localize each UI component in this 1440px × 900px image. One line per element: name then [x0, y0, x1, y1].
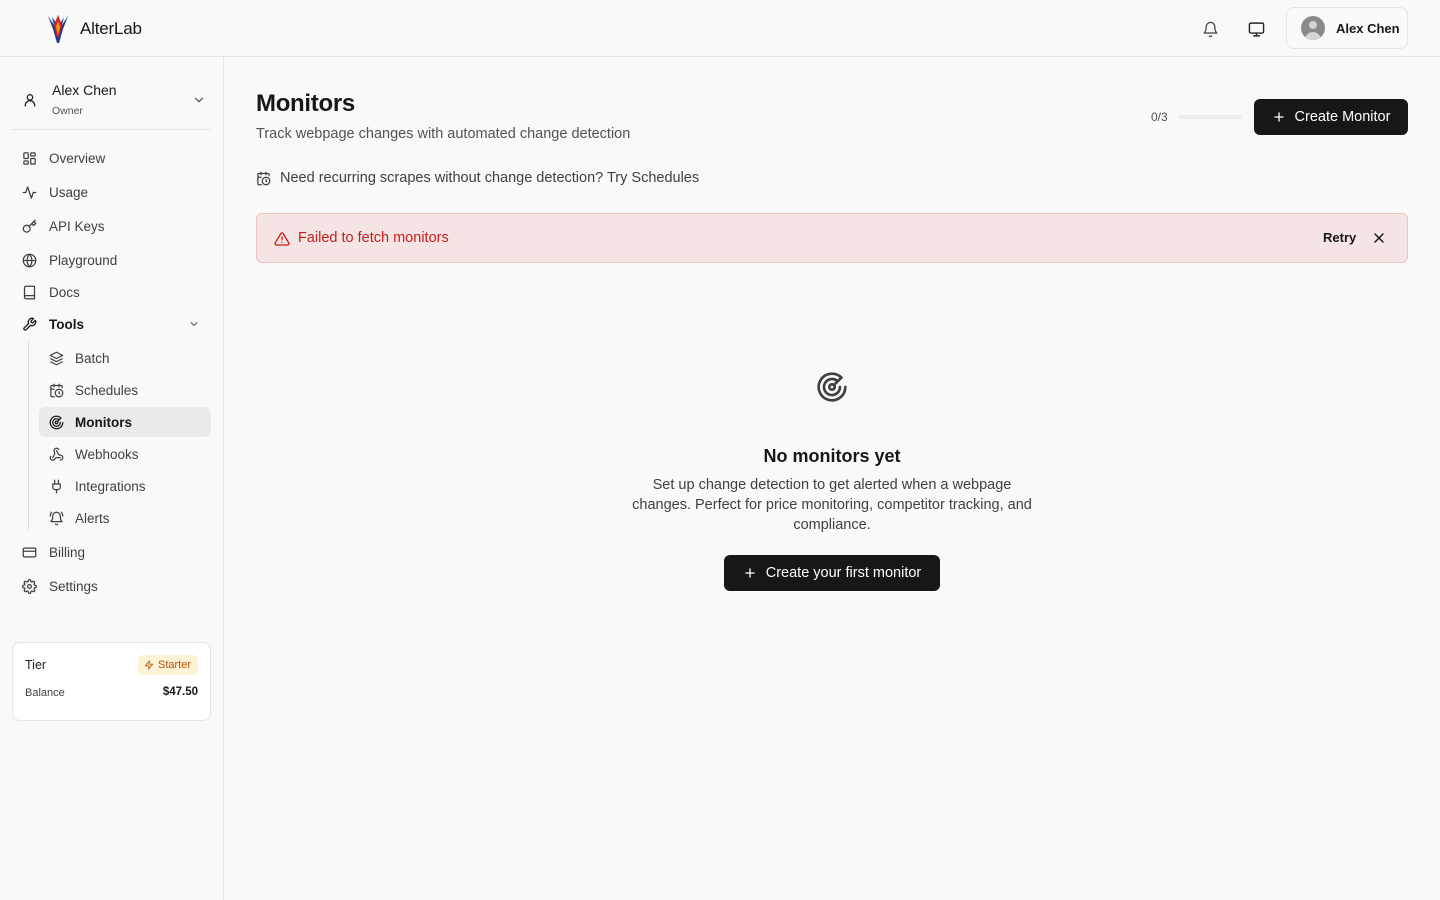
radar-icon — [49, 415, 64, 429]
layers-icon — [49, 351, 64, 365]
sidebar-item-webhooks[interactable]: Webhooks — [39, 439, 211, 469]
close-icon[interactable] — [1371, 230, 1387, 246]
sidebar-item-label: Monitors — [75, 414, 132, 430]
sidebar-item-label: Alerts — [75, 510, 110, 526]
create-monitor-label: Create Monitor — [1294, 109, 1391, 125]
sidebar-item-label: Settings — [49, 578, 98, 594]
sidebar-item-label: Overview — [49, 150, 106, 166]
radar-icon — [817, 372, 847, 402]
tier-value: Starter — [157, 659, 191, 671]
sidebar-item-settings[interactable]: Settings — [12, 571, 211, 601]
tier-card: Tier Starter Balance $47.50 — [12, 642, 211, 721]
sidebar-item-monitors[interactable]: Monitors — [39, 407, 211, 437]
sidebar-item-label: Tools — [49, 316, 84, 332]
schedules-hint-link[interactable]: Need recurring scrapes without change de… — [256, 170, 699, 186]
alterlab-logo — [48, 15, 68, 43]
sidebar-item-label: Docs — [49, 284, 80, 300]
activity-icon — [22, 185, 37, 199]
plus-icon — [745, 568, 755, 578]
sidebar-item-alerts[interactable]: Alerts — [39, 503, 211, 533]
plug-icon — [52, 479, 61, 493]
monitor-icon — [1248, 21, 1264, 37]
user-icon — [24, 94, 36, 107]
tier-label: Tier — [25, 658, 47, 672]
sidebar: Alex Chen Owner Overview Usage API Keys … — [0, 57, 224, 900]
create-first-monitor-label: Create your first monitor — [765, 565, 922, 581]
globe-icon — [22, 253, 37, 268]
org-role: Owner — [52, 105, 83, 117]
sidebar-item-label: Playground — [49, 252, 118, 268]
sidebar-item-schedules[interactable]: Schedules — [39, 375, 211, 405]
retry-button[interactable]: Retry — [1323, 230, 1356, 245]
settings-icon — [22, 578, 37, 594]
calendar-clock-icon — [50, 383, 64, 397]
chevron-down-icon — [190, 322, 198, 326]
sidebar-item-label: Usage — [49, 184, 89, 200]
org-name: Alex Chen — [52, 82, 117, 98]
credit-card-icon — [22, 547, 37, 557]
chevron-down-icon — [194, 97, 204, 103]
monitor-quota-bar — [1178, 115, 1242, 119]
tier-badge[interactable]: Starter — [137, 655, 198, 675]
page-subtitle: Track webpage changes with automated cha… — [256, 126, 631, 142]
bell-icon — [1202, 21, 1218, 37]
tools-tree-line — [28, 340, 29, 530]
sidebar-item-label: Batch — [75, 350, 110, 366]
sidebar-item-batch[interactable]: Batch — [39, 343, 211, 373]
sidebar-item-tools[interactable]: Tools — [12, 309, 211, 339]
bell-ring-icon — [49, 511, 64, 525]
balance-value: $47.50 — [162, 686, 198, 698]
webhook-icon — [49, 447, 64, 461]
org-switcher[interactable]: Alex Chen Owner — [12, 65, 211, 129]
plus-icon — [1273, 112, 1284, 122]
page-title: Monitors — [256, 90, 355, 117]
empty-state-title: No monitors yet — [763, 446, 901, 466]
wrench-icon — [23, 317, 37, 331]
sidebar-item-label: Webhooks — [75, 446, 139, 462]
sidebar-item-docs[interactable]: Docs — [12, 277, 211, 307]
calendar-clock-icon — [257, 171, 271, 185]
avatar — [1301, 16, 1325, 40]
sidebar-item-billing[interactable]: Billing — [12, 537, 211, 567]
error-message: Failed to fetch monitors — [298, 230, 449, 246]
sidebar-item-label: Billing — [49, 544, 86, 560]
top-header: AlterLab Alex Chen — [0, 0, 1440, 57]
sidebar-item-playground[interactable]: Playground — [12, 245, 211, 275]
sidebar-item-api-keys[interactable]: API Keys — [12, 211, 211, 241]
schedules-hint-text: Need recurring scrapes without change de… — [280, 170, 700, 186]
notifications-button[interactable] — [1195, 14, 1225, 44]
sidebar-item-integrations[interactable]: Integrations — [39, 471, 211, 501]
monitor-quota-text: 0/3 — [1151, 110, 1168, 124]
divider — [12, 129, 211, 130]
layout-grid-icon — [23, 151, 36, 165]
brand-name: AlterLab — [80, 19, 142, 38]
create-first-monitor-button[interactable]: Create your first monitor — [724, 555, 940, 591]
user-menu-button[interactable]: Alex Chen — [1286, 7, 1408, 49]
sidebar-item-usage[interactable]: Usage — [12, 177, 211, 207]
brand[interactable]: AlterLab — [44, 13, 142, 45]
sidebar-item-label: API Keys — [49, 218, 105, 234]
sidebar-item-overview[interactable]: Overview — [12, 143, 211, 173]
user-avatar-icon — [1305, 21, 1321, 40]
key-icon — [22, 219, 37, 233]
empty-state-description: Set up change detection to get alerted w… — [632, 477, 1032, 533]
zap-icon — [144, 660, 154, 670]
error-alert: Failed to fetch monitors Retry — [256, 213, 1408, 263]
sidebar-item-label: Integrations — [75, 478, 146, 494]
display-toggle-button[interactable] — [1241, 14, 1271, 44]
book-icon — [23, 285, 36, 299]
alert-triangle-icon — [274, 232, 290, 246]
create-monitor-button[interactable]: Create Monitor — [1254, 99, 1408, 135]
user-name: Alex Chen — [1336, 20, 1400, 36]
balance-label: Balance — [25, 687, 65, 699]
sidebar-item-label: Schedules — [75, 382, 139, 398]
